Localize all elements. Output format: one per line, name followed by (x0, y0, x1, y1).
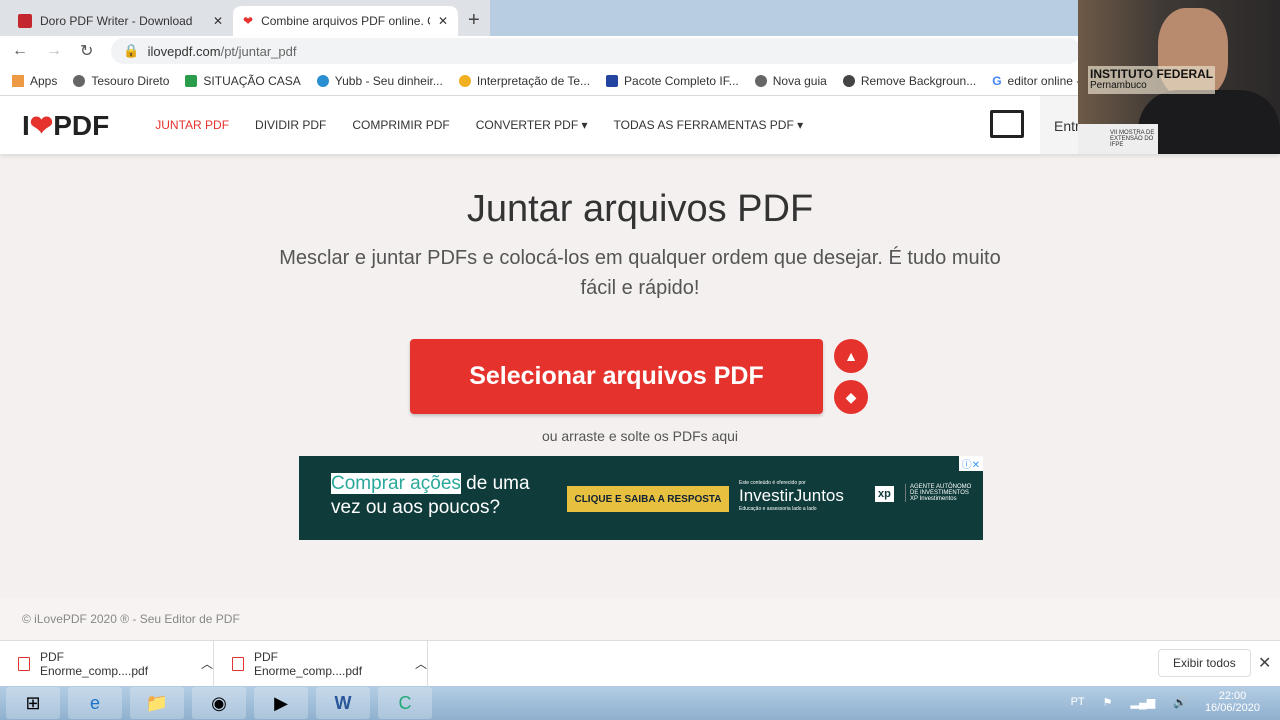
bookmark[interactable]: Yubb - Seu dinheir... (316, 74, 443, 88)
volume-icon[interactable]: 🔊 (1173, 696, 1187, 709)
downloads-bar: PDF Enorme_comp....pdf ︿ PDF Enorme_comp.… (0, 640, 1280, 687)
desktop-download-icon[interactable] (990, 110, 1024, 138)
nav-juntar-pdf[interactable]: JUNTAR PDF (155, 118, 229, 132)
flag-icon[interactable]: ⚑ (1103, 696, 1113, 709)
presenter-body (1138, 90, 1280, 154)
chrome-icon[interactable]: ◉ (192, 687, 246, 719)
download-item[interactable]: PDF Enorme_comp....pdf ︿ (214, 640, 428, 687)
bookmark-icon (842, 74, 855, 87)
bookmark-icon (458, 74, 471, 87)
doro-icon (18, 14, 32, 28)
ad-close-icon[interactable]: ⓘ✕ (958, 456, 983, 471)
close-tab-icon[interactable]: ✕ (438, 14, 448, 28)
ad-banner[interactable]: Comprar ações de uma vez ou aos poucos? C… (299, 456, 983, 540)
bookmark[interactable]: Remove Backgroun... (842, 74, 976, 88)
ie-icon[interactable]: e (68, 687, 122, 719)
show-all-button[interactable]: Exibir todos (1158, 649, 1251, 677)
ad-headline: Comprar ações de uma vez ou aos poucos? (331, 473, 530, 518)
pdf-file-icon (18, 656, 30, 671)
chevron-up-icon[interactable]: ︿ (415, 655, 427, 672)
bookmark[interactable]: Pacote Completo IF... (606, 74, 739, 88)
bookmark[interactable]: SITUAÇÃO CASA (185, 74, 301, 88)
close-downloads-icon[interactable]: ✕ (1258, 653, 1271, 673)
ilovepdf-heart-icon: ❤ (243, 14, 254, 28)
page-title: Juntar arquivos PDF (466, 188, 814, 230)
if-logo: INSTITUTO FEDERAL Pernambuco (1088, 66, 1216, 94)
globe-icon (754, 74, 767, 87)
bookmark-icon (606, 74, 619, 87)
reload-icon[interactable]: ↻ (80, 41, 93, 61)
tab-doro[interactable]: Doro PDF Writer - Download ✕ (8, 6, 233, 36)
heart-icon: ❤ (29, 109, 54, 141)
ilovepdf-logo[interactable]: I❤PDF (22, 109, 109, 142)
network-icon[interactable]: ▂▄▆ (1131, 696, 1156, 709)
sheets-icon (185, 74, 198, 87)
nav-dividir-pdf[interactable]: DIVIDIR PDF (255, 118, 326, 132)
bookmark[interactable]: Interpretação de Te... (458, 74, 590, 88)
camtasia-icon[interactable]: C (378, 687, 432, 719)
pdf-file-icon (232, 656, 244, 671)
investir-juntos-logo: Este conteúdo é oferecido por InvestirJun… (739, 480, 844, 512)
nav-todas-ferramentas[interactable]: TODAS AS FERRAMENTAS PDF ▾ (614, 118, 804, 132)
media-player-icon[interactable]: ▶ (254, 687, 308, 719)
language-indicator[interactable]: PT (1071, 696, 1085, 708)
lock-icon: 🔒 (123, 43, 140, 58)
url-input[interactable]: 🔒 ilovepdf.com/pt/juntar_pdf (111, 38, 1082, 64)
select-files-button[interactable]: Selecionar arquivos PDF (410, 339, 823, 414)
system-tray: PT ⚑ ▂▄▆ 🔊 22:00 16/06/2020 (1071, 690, 1260, 714)
ad-cta-button[interactable]: CLIQUE E SAIBA A RESPOSTA (567, 486, 729, 512)
word-icon[interactable]: W (316, 687, 370, 719)
footer: © iLovePDF 2020 ® - Seu Editor de PDF (0, 598, 1280, 640)
webcam-overlay: INSTITUTO FEDERAL Pernambuco VII MOSTRA D… (1078, 0, 1280, 154)
globe-icon (73, 74, 86, 87)
page-subtitle: Mesclar e juntar PDFs e colocá-los em qu… (279, 247, 1001, 299)
download-item[interactable]: PDF Enorme_comp....pdf ︿ (0, 640, 214, 687)
url-domain: ilovepdf.com (147, 43, 221, 59)
back-icon[interactable]: ← (12, 42, 28, 60)
chevron-up-icon[interactable]: ︿ (201, 655, 213, 672)
bookmark[interactable]: Apps (12, 74, 57, 88)
nav-converter-pdf[interactable]: CONVERTER PDF ▾ (476, 118, 588, 132)
url-path: /pt/juntar_pdf (220, 43, 297, 59)
bookmark[interactable]: Nova guia (754, 74, 827, 88)
google-drive-icon[interactable]: ▲ (834, 339, 868, 373)
nav-comprimir-pdf[interactable]: COMPRIMIR PDF (352, 118, 449, 132)
taskbar: ⊞ e 📁 ◉ ▶ W C PT ⚑ ▂▄▆ 🔊 22:00 16/06/2020 (0, 686, 1280, 720)
explorer-icon[interactable]: 📁 (130, 687, 184, 719)
tab-title: Doro PDF Writer - Download (40, 14, 193, 28)
xp-logo: xp (875, 486, 894, 502)
forward-icon[interactable]: → (46, 42, 62, 60)
mostra-badge: VII MOSTRA DE EXTENSÃO DO IFPE (1078, 124, 1158, 154)
tab-ilovepdf[interactable]: ❤ Combine arquivos PDF online. C ✕ (233, 6, 458, 36)
drag-hint: ou arraste e solte os PDFs aqui (541, 428, 739, 444)
tab-title: Combine arquivos PDF online. C (261, 14, 430, 28)
close-tab-icon[interactable]: ✕ (213, 14, 223, 28)
dropbox-icon[interactable]: ◆ (834, 380, 868, 414)
yubb-icon (316, 74, 329, 87)
clock[interactable]: 22:00 16/06/2020 (1205, 690, 1260, 714)
bookmark[interactable]: Tesouro Direto (73, 74, 169, 88)
apps-icon (12, 74, 24, 87)
new-tab-button[interactable]: + (468, 9, 480, 32)
main-content: Juntar arquivos PDF Mesclar e juntar PDF… (0, 188, 1280, 444)
start-button[interactable]: ⊞ (6, 687, 60, 719)
xp-text: AGENTE AUTÔNOMO DE INVESTIMENTOS XP Inve… (905, 484, 975, 502)
bookmark[interactable]: Geditor online - P (992, 74, 1091, 88)
google-icon: G (992, 73, 1002, 88)
